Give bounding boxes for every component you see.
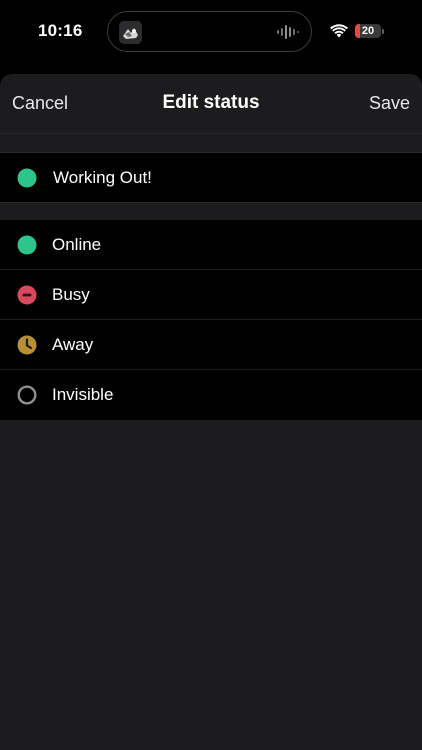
status-option-away[interactable]: Away	[0, 320, 422, 370]
status-options-list: Online Busy Away Invisible	[0, 220, 422, 420]
dynamic-island[interactable]	[107, 11, 312, 52]
save-button[interactable]: Save	[369, 93, 410, 114]
status-option-online[interactable]: Online	[0, 220, 422, 270]
custom-status-dot-icon	[17, 168, 37, 193]
custom-status-text: Working Out!	[53, 168, 152, 187]
status-option-invisible[interactable]: Invisible	[0, 370, 422, 420]
navigation-bar: Cancel Edit status Save	[0, 74, 422, 134]
battery-cap	[382, 29, 384, 34]
status-bar: 10:16 20	[0, 0, 422, 64]
status-option-busy[interactable]: Busy	[0, 270, 422, 320]
status-option-label: Away	[52, 335, 94, 354]
now-playing-thumbnail-icon	[119, 21, 142, 44]
custom-status-field[interactable]: Working Out!	[0, 152, 422, 203]
status-option-label: Busy	[52, 285, 90, 304]
battery-icon: 20	[355, 24, 381, 38]
page-title: Edit status	[162, 92, 260, 113]
audio-waveform-icon	[277, 25, 299, 44]
busy-minus-icon	[17, 285, 37, 310]
online-dot-icon	[17, 235, 37, 260]
invisible-ring-icon	[17, 385, 37, 410]
status-time: 10:16	[38, 21, 83, 40]
status-option-label: Online	[52, 235, 102, 254]
away-clock-icon	[17, 335, 37, 360]
screen: 10:16 20 Cancel Edit status Save Working…	[0, 0, 422, 750]
status-option-label: Invisible	[52, 385, 114, 404]
battery-level-text: 20	[361, 25, 375, 37]
wifi-icon	[330, 24, 348, 43]
edit-status-sheet: Cancel Edit status Save Working Out! Onl…	[0, 74, 422, 750]
